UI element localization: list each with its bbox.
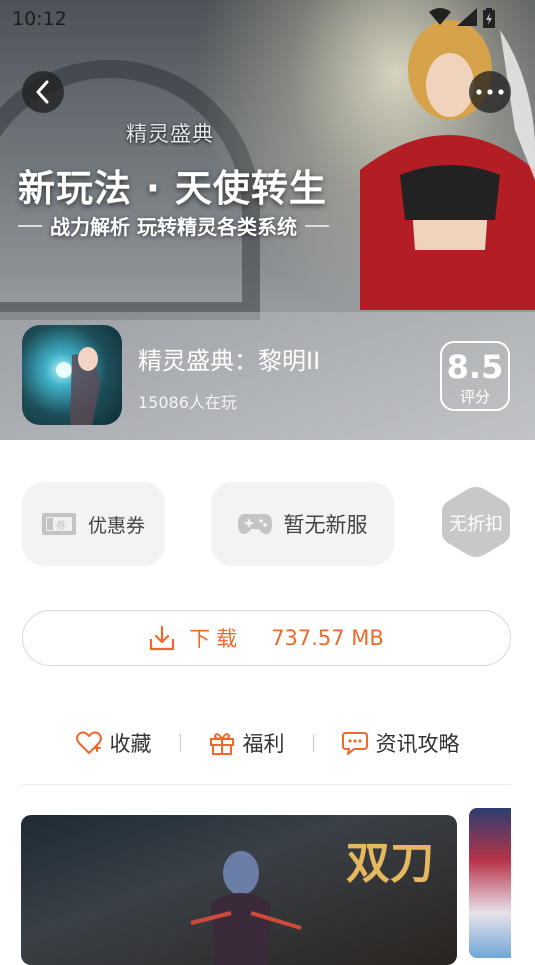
discount-label: 无折扣 bbox=[449, 514, 503, 535]
svg-text:券: 券 bbox=[56, 519, 66, 532]
rating-label: 评分 bbox=[459, 388, 490, 406]
signal-icon bbox=[457, 8, 477, 26]
screenshot-character-art bbox=[190, 851, 302, 965]
more-dots-icon bbox=[476, 89, 504, 95]
app-icon-art bbox=[56, 347, 100, 425]
welfare-label: 福利 bbox=[242, 732, 285, 756]
banner-headline: 新玩法 · 天使转生 bbox=[18, 167, 327, 210]
welfare-button[interactable]: 福利 bbox=[209, 728, 285, 758]
download-size: 737.57 MB bbox=[271, 626, 384, 650]
app-icon bbox=[22, 325, 122, 425]
status-bar: 10:12 bbox=[0, 0, 535, 36]
action-divider bbox=[312, 734, 314, 752]
coupon-button[interactable]: 券 优惠券 bbox=[22, 482, 165, 566]
download-button[interactable]: 下载 737.57 MB bbox=[22, 610, 511, 666]
download-icon bbox=[150, 625, 175, 651]
wifi-icon bbox=[429, 8, 451, 25]
players-count: 15086人在玩 bbox=[138, 393, 237, 412]
news-guide-label: 资讯攻略 bbox=[375, 732, 460, 756]
chat-bubble-icon bbox=[341, 732, 368, 755]
back-arrow-icon bbox=[36, 80, 49, 104]
more-button[interactable] bbox=[469, 71, 511, 113]
banner-subline-text: 战力解析 玩转精灵各类系统 bbox=[50, 215, 297, 239]
subline-dash-right bbox=[304, 224, 329, 227]
new-server-label: 暂无新服 bbox=[283, 513, 368, 537]
coupon-icon: 券 bbox=[41, 513, 76, 535]
rating-score: 8.5 bbox=[446, 348, 504, 386]
discount-badge[interactable]: 无折扣 bbox=[440, 485, 512, 559]
app-name: 精灵盛典：黎明II bbox=[138, 347, 321, 375]
download-label: 下载 bbox=[189, 627, 244, 651]
back-button[interactable] bbox=[22, 71, 64, 113]
favorite-label: 收藏 bbox=[109, 732, 152, 756]
status-time: 10:12 bbox=[12, 8, 67, 30]
gift-icon bbox=[209, 733, 234, 755]
new-server-button[interactable]: 暂无新服 bbox=[211, 482, 394, 566]
subline-dash-left bbox=[18, 224, 42, 227]
coupon-label: 优惠券 bbox=[87, 514, 145, 537]
favorite-button[interactable]: 收藏 bbox=[75, 728, 152, 758]
banner-character-art bbox=[360, 20, 535, 310]
game-logo: 精灵盛典 bbox=[126, 122, 214, 146]
heart-icon bbox=[75, 731, 102, 754]
screenshot-thumbnail[interactable]: 双刀 bbox=[21, 815, 457, 965]
gamepad-icon bbox=[237, 514, 272, 534]
screenshot-thumbnail[interactable] bbox=[469, 808, 511, 958]
rating-badge: 8.5 评分 bbox=[440, 341, 510, 411]
screenshot-calligraphy-art: 双刀 bbox=[346, 838, 434, 889]
battery-icon bbox=[483, 8, 495, 28]
news-guide-button[interactable]: 资讯攻略 bbox=[341, 728, 460, 758]
section-divider bbox=[22, 784, 511, 785]
action-bar: 收藏 福利 资讯攻略 bbox=[0, 722, 535, 764]
banner-subline: 战力解析 玩转精灵各类系统 bbox=[18, 211, 329, 240]
action-divider bbox=[179, 734, 181, 752]
